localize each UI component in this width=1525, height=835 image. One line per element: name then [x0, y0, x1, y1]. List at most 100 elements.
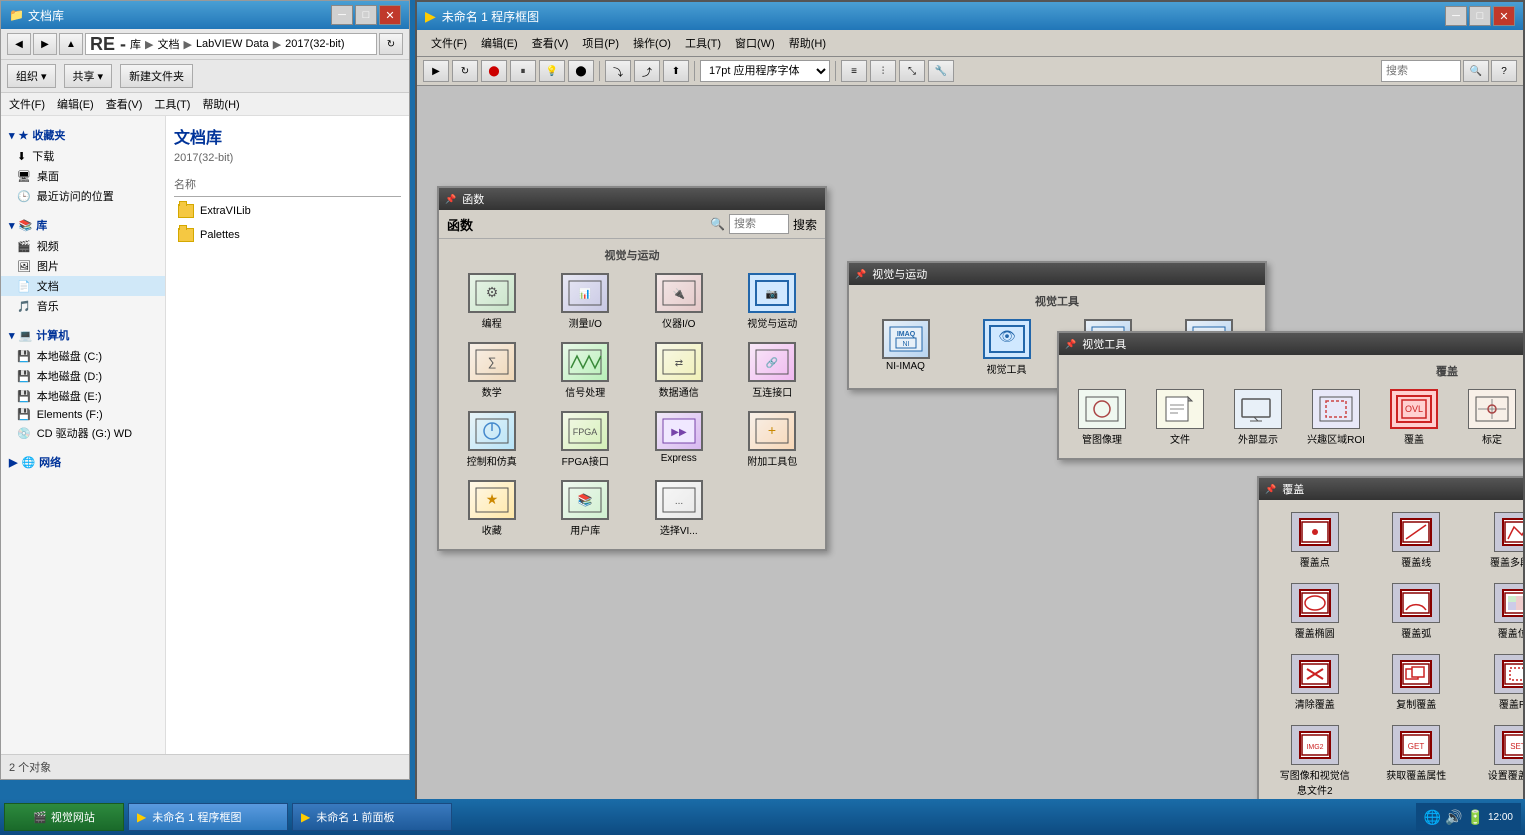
sidebar-item-drive-f[interactable]: 💾 Elements (F:) [1, 406, 165, 423]
fe-forward-button[interactable]: ▶ [33, 33, 57, 55]
lv-runrepeat-button[interactable]: ↻ [452, 60, 478, 82]
palette-item-overlay[interactable]: OVL 覆盖 [1379, 385, 1449, 450]
palette-item-niimaq[interactable]: IMAQNI NI-IMAQ [871, 315, 941, 380]
sidebar-item-drive-c[interactable]: 💾 本地磁盘 (C:) [1, 346, 165, 366]
fe-network-header[interactable]: ▶ 🌐 网络 [1, 451, 165, 473]
lv-menu-edit[interactable]: 编辑(E) [475, 33, 524, 53]
fe-maximize-button[interactable]: □ [355, 5, 377, 25]
fe-menu-help[interactable]: 帮助(H) [202, 96, 239, 112]
palette-item-overlay-dot[interactable]: 覆盖点 [1267, 508, 1363, 573]
sidebar-item-drive-e[interactable]: 💾 本地磁盘 (E:) [1, 386, 165, 406]
lv-align-button[interactable]: ≡ [841, 60, 867, 82]
palette-item-copy-overlay[interactable]: 复制覆盖 [1369, 650, 1465, 715]
sidebar-item-video[interactable]: 🎬 视频 [1, 236, 165, 256]
fe-address-path[interactable]: RE - 库 ▶ 文档 ▶ LabVIEW Data ▶ 2017(32-bit… [85, 33, 377, 55]
palette-item-signal[interactable]: 信号处理 [550, 338, 620, 403]
palette-item-measure[interactable]: 📊 测量I/O [550, 269, 620, 334]
lv-menu-tools[interactable]: 工具(T) [679, 33, 727, 53]
fe-refresh-button[interactable]: ↻ [379, 33, 403, 55]
lv-resize-button[interactable]: ⤡ [899, 60, 925, 82]
palette-item-overlay-ellipse[interactable]: 覆盖椭圆 [1267, 579, 1363, 644]
lv-pause-button[interactable]: ⏸ [510, 60, 536, 82]
fe-up-button[interactable]: ▲ [59, 33, 83, 55]
lv-menu-project[interactable]: 项目(P) [576, 33, 625, 53]
sidebar-item-pictures[interactable]: 🖼 图片 [1, 256, 165, 276]
palette-item-userlib[interactable]: 📚 用户库 [550, 476, 620, 541]
taskbar-item-frontpanel[interactable]: ▶ 未命名 1 前面板 [292, 803, 452, 831]
lv-menu-file[interactable]: 文件(F) [425, 33, 473, 53]
palette-item-prog[interactable]: ⚙ 编程 [457, 269, 527, 334]
palette-item-overlay-bitmap[interactable]: 覆盖位图 [1470, 579, 1523, 644]
taskbar-start-button[interactable]: 🎬 视觉网站 [4, 803, 124, 831]
lv-stepover-button[interactable]: ⤴ [634, 60, 660, 82]
palette-item-control[interactable]: 控制和仿真 [457, 407, 527, 472]
fe-folder-extravilib[interactable]: ExtraVILib [174, 201, 401, 221]
fe-close-button[interactable]: ✕ [379, 5, 401, 25]
palette-item-select[interactable]: ... 选择VI... [644, 476, 714, 541]
fe-newfolder-button[interactable]: 新建文件夹 [120, 64, 193, 88]
lv-stop-button[interactable]: ⬤ [481, 60, 507, 82]
palette-item-get-overlay-attr[interactable]: GET 获取覆盖属性 [1369, 721, 1465, 801]
lv-maximize-button[interactable]: □ [1469, 6, 1491, 26]
overlay-palette-titlebar[interactable]: 📌 覆盖 [1259, 478, 1523, 500]
lv-canvas[interactable]: 📌 函数 函数 🔍 搜索 视觉与运动 ⚙ [417, 86, 1523, 813]
lv-close-button[interactable]: ✕ [1493, 6, 1515, 26]
palette-item-set-overlay-attr[interactable]: SET 设置覆盖属性 [1470, 721, 1523, 801]
sidebar-item-documents[interactable]: 📄 文档 [1, 276, 165, 296]
fe-menu-tools[interactable]: 工具(T) [154, 96, 190, 112]
palette-item-write-img[interactable]: IMG2 写图像和视觉信息文件2 [1267, 721, 1363, 801]
palette-item-addons[interactable]: + 附加工具包 [737, 407, 807, 472]
palette-item-overlay-roi[interactable]: 覆盖ROI [1470, 650, 1523, 715]
sidebar-item-recent[interactable]: 🕒 最近访问的位置 [1, 186, 165, 206]
lv-retain-button[interactable]: ⬤ [568, 60, 594, 82]
lv-reorder-button[interactable]: 🔧 [928, 60, 954, 82]
palette-search-input[interactable] [729, 214, 789, 234]
lv-menu-view[interactable]: 查看(V) [526, 33, 575, 53]
lv-search-input[interactable] [1381, 60, 1461, 82]
sidebar-item-desktop[interactable]: 🖥 桌面 [1, 166, 165, 186]
palette-item-overlay-arc[interactable]: 覆盖弧 [1369, 579, 1465, 644]
palette-item-express[interactable]: ▶▶ Express [644, 407, 714, 472]
palette-item-roi[interactable]: 兴趣区域ROI [1301, 385, 1371, 450]
fe-favorites-header[interactable]: ▾ ★ 收藏夹 [1, 124, 165, 146]
palette-item-vision[interactable]: 📷 视觉与运动 [737, 269, 807, 334]
palette-item-overlay-line[interactable]: 覆盖线 [1369, 508, 1465, 573]
lv-menu-help[interactable]: 帮助(H) [783, 33, 832, 53]
lv-search-button[interactable]: 🔍 [1463, 60, 1489, 82]
palette-item-datatrans[interactable]: ⇄ 数据通信 [644, 338, 714, 403]
fe-folder-palettes[interactable]: Palettes [174, 225, 401, 245]
lv-stepout-button[interactable]: ⬆ [663, 60, 689, 82]
palette-item-file[interactable]: 文件 [1145, 385, 1215, 450]
palette-item-fpga[interactable]: FPGA FPGA接口 [550, 407, 620, 472]
fe-minimize-button[interactable]: ─ [331, 5, 353, 25]
palette-item-math[interactable]: ∑ 数学 [457, 338, 527, 403]
palette-item-overlay-polyline2[interactable]: 覆盖多段线2 [1470, 508, 1523, 573]
lv-minimize-button[interactable]: ─ [1445, 6, 1467, 26]
palette-item-instrument[interactable]: 🔌 仪器I/O [644, 269, 714, 334]
vision-motion-palette-titlebar[interactable]: 📌 视觉与运动 [849, 263, 1265, 285]
sidebar-item-drive-g[interactable]: 💿 CD 驱动器 (G:) WD [1, 423, 165, 443]
fe-computer-header[interactable]: ▾ 💻 计算机 [1, 324, 165, 346]
palette-item-extdisp[interactable]: 外部显示 [1223, 385, 1293, 450]
fe-menu-edit[interactable]: 编辑(E) [57, 96, 94, 112]
lv-menu-operate[interactable]: 操作(O) [627, 33, 677, 53]
fe-menu-view[interactable]: 查看(V) [106, 96, 143, 112]
lv-menu-window[interactable]: 窗口(W) [729, 33, 781, 53]
fe-share-button[interactable]: 共享 ▾ [64, 64, 113, 88]
palette-item-interconnect[interactable]: 🔗 互连接口 [737, 338, 807, 403]
fe-menu-file[interactable]: 文件(F) [9, 96, 45, 112]
lv-highlight-button[interactable]: 💡 [539, 60, 565, 82]
fe-library-header[interactable]: ▾ 📚 库 [1, 214, 165, 236]
sidebar-item-drive-d[interactable]: 💾 本地磁盘 (D:) [1, 366, 165, 386]
palette-item-favorites[interactable]: ★ 收藏 [457, 476, 527, 541]
taskbar-item-blockdiagram[interactable]: ▶ 未命名 1 程序框图 [128, 803, 288, 831]
fe-organize-button[interactable]: 组织 ▾ [7, 64, 56, 88]
fe-back-button[interactable]: ◀ [7, 33, 31, 55]
palette-item-visiontool[interactable]: 👁 视觉工具 [972, 315, 1042, 380]
lv-help-button[interactable]: ? [1491, 60, 1517, 82]
palette-item-clear-overlay[interactable]: 清除覆盖 [1267, 650, 1363, 715]
palette-item-calib[interactable]: 标定 [1457, 385, 1523, 450]
functions-palette-titlebar[interactable]: 📌 函数 [439, 188, 825, 210]
lv-font-select[interactable]: 17pt 应用程序字体 [700, 60, 830, 82]
lv-distribute-button[interactable]: ⫶ [870, 60, 896, 82]
